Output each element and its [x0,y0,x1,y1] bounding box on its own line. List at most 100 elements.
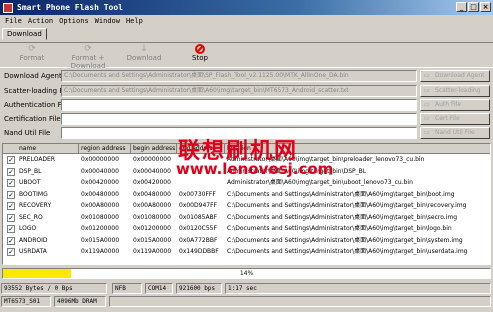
app-icon [3,2,13,13]
status-bar: 93552 Bytes / 0 Bps NFB COM14 921600 bps… [0,283,493,294]
table-row[interactable]: ✓ USRDATA 0x119A0000 0x119A0000 0x149DDBBF C:… [3,247,490,257]
nand-button[interactable]: Nand Util File [420,127,490,139]
header-name[interactable]: name [3,144,79,154]
row-region: 0x00000000 [81,156,119,163]
row-region: 0x01200000 [81,225,119,232]
row-end: 0x01085ABF [179,213,218,221]
row-end: 0x149DDBBF [179,248,219,255]
row-location: C:\Documents and Settings\Administrator\… [227,248,468,255]
format-label: Format [19,54,45,62]
row-name: SEC_RO [19,213,43,221]
status-baud: 921600 bps [176,283,222,294]
scatter-button[interactable]: Scatter-loading [420,85,490,97]
status-chip: MT6573_S01 [1,296,51,307]
row-checkbox[interactable]: ✓ [7,156,15,164]
row-end: 0x00D947FF [179,202,217,209]
table-row[interactable]: ✓ ANDROID 0x015A0000 0x015A0000 0x0A772BBF C:… [3,236,490,246]
row-begin: 0x01080000 [133,213,171,221]
format-icon: ⟳ [28,44,36,54]
status-empty [109,296,491,307]
row-checkbox[interactable]: ✓ [7,202,15,210]
row-checkbox[interactable]: ✓ [7,167,15,176]
menu-options[interactable]: Options [56,17,92,25]
toolbar: ⟳ Format ⟳ Format + Download ↓ Download … [0,42,493,70]
progress-label: 14% [239,270,254,277]
menu-help[interactable]: Help [123,17,146,25]
auth-field[interactable] [61,99,417,111]
row-name: LOGO [19,225,37,232]
status-port: COM14 [145,283,173,294]
tab-download[interactable]: Download [2,28,47,40]
minimize-button[interactable]: _ [456,2,467,12]
row-end: 0x0A772BBF [179,236,218,244]
header-begin[interactable]: begin address [131,144,177,154]
menu-bar: File Action Options Window Help [0,15,493,27]
row-name: BOOTIMG [19,190,48,198]
close-button[interactable]: × [480,2,491,12]
stop-label: Stop [192,54,208,62]
row-begin: 0x00420000 [133,179,171,186]
row-checkbox[interactable]: ✓ [7,236,15,245]
row-begin: 0x00000000 [133,156,171,163]
row-end: 0x0120C55F [179,225,217,232]
row-region: 0x00040000 [81,167,119,175]
cert-row: Certification File Cert File [2,113,491,126]
table-row[interactable]: ✓ BOOTIMG 0x00480000 0x00480000 0x00730FFF C:… [3,190,490,200]
row-location: C:\Documents and Settings\Administrator\… [227,225,452,232]
row-checkbox[interactable]: ✓ [7,225,15,233]
row-location: C:\Documents and Settings\Administrator\… [227,236,463,244]
auth-label: Authentication File [4,101,70,109]
row-checkbox[interactable]: ✓ [7,213,15,222]
format-download-button[interactable]: ⟳ Format + Download [58,44,118,70]
row-begin: 0x00480000 [133,190,171,198]
table-row[interactable]: ✓ RECOVERY 0x00A80000 0x00A80000 0x00D947FF C… [3,201,490,211]
download-icon: ↓ [140,44,148,54]
row-region: 0x119A0000 [81,248,120,255]
download-button[interactable]: ↓ Download [122,44,166,62]
row-region: 0x00420000 [81,179,119,186]
stop-button[interactable]: Stop [178,44,222,62]
scatter-field[interactable]: C:\Documents and Settings\Administrator\… [61,85,417,97]
row-name: ANDROID [19,236,48,244]
status-rate: 93552 Bytes / 0 Bps [1,283,107,294]
row-begin: 0x015A0000 [133,236,172,244]
table-row[interactable]: ✓ SEC_RO 0x01080000 0x01080000 0x01085ABF C:\… [3,213,490,223]
progress-bar: 14% [2,268,491,279]
nand-label: Nand Util File [4,129,51,137]
row-region: 0x00480000 [81,190,119,198]
download-agent-row: Download Agent C:\Documents and Settings… [2,70,491,83]
row-region: 0x015A0000 [81,236,120,244]
row-begin: 0x119A0000 [133,248,172,255]
download-label: Download [126,54,162,62]
stop-icon [195,44,205,54]
row-checkbox[interactable]: ✓ [7,179,15,187]
menu-file[interactable]: File [2,17,25,25]
row-begin: 0x01200000 [133,225,171,232]
row-checkbox[interactable]: ✓ [7,190,15,199]
cert-button[interactable]: Cert File [420,113,490,125]
status-time: 1:17 sec [225,283,491,294]
cert-field[interactable] [61,113,417,125]
table-row[interactable]: ✓ UBOOT 0x00420000 0x00420000 Administrator\… [3,178,490,188]
row-name: RECOVERY [19,202,52,209]
row-checkbox[interactable]: ✓ [7,248,15,256]
row-name: USRDATA [19,248,47,255]
cert-label: Certification File [4,115,61,123]
status-type: NFB [112,283,142,294]
status-dram: 4096Mb DRAM [54,296,106,307]
menu-window[interactable]: Window [92,17,123,25]
row-begin: 0x00A80000 [133,202,172,209]
row-location: C:\Documents and Settings\Administrator\… [227,190,455,198]
maximize-button[interactable]: □ [468,2,479,12]
watermark-url: www.lenovosj.com [176,160,334,178]
scatter-row: Scatter-loading File C:\Documents and Se… [2,85,491,98]
download-agent-button[interactable]: Download Agent [420,70,490,82]
header-region[interactable]: region address [79,144,131,154]
table-row[interactable]: ✓ LOGO 0x01200000 0x01200000 0x0120C55F C:\Do… [3,224,490,234]
row-region: 0x00A80000 [81,202,120,209]
menu-action[interactable]: Action [25,17,56,25]
format-button[interactable]: ⟳ Format [10,44,54,62]
row-location: C:\Documents and Settings\Administrator\… [227,202,467,209]
auth-button[interactable]: Auth File [420,99,490,111]
download-agent-field[interactable]: C:\Documents and Settings\Administrator\… [61,70,417,82]
